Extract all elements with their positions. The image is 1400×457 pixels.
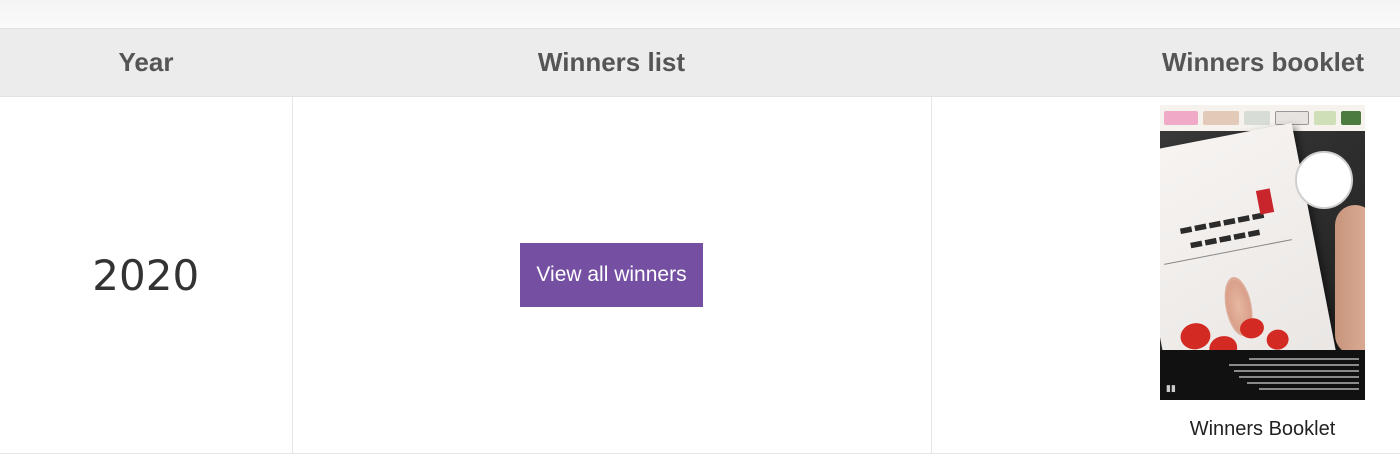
cover-footer: ▮▮ (1160, 350, 1365, 400)
hand-illustration (1335, 205, 1365, 355)
winners-booklet-cell: ▬▬▬▬▬▬ ▬▬▬▬▬ ▮▮ Winners Booklet (931, 96, 1400, 454)
year-value: 2020 (92, 250, 200, 300)
header-year: Year (0, 28, 292, 97)
award-badge-icon (1295, 151, 1353, 209)
table-header-row: Year Winners list Winners booklet (0, 28, 1400, 97)
winners-booklet-cover-image[interactable]: ▬▬▬▬▬▬ ▬▬▬▬▬ ▮▮ (1160, 105, 1365, 400)
header-winners-list: Winners list (292, 28, 931, 97)
winners-table: Year Winners list Winners booklet 2020 V… (0, 28, 1400, 454)
table-row: 2020 View all winners ▬▬▬▬▬▬ ▬▬▬▬▬ ▮▮ Wi… (0, 96, 1400, 454)
winners-booklet-link[interactable]: Winners Booklet (1160, 418, 1365, 441)
view-all-winners-button[interactable]: View all winners (520, 243, 703, 307)
winners-list-cell: View all winners (292, 96, 932, 454)
header-winners-booklet: Winners booklet (931, 28, 1400, 97)
year-cell: 2020 (0, 96, 293, 454)
publisher-logo-icon: ▮▮ (1166, 384, 1176, 394)
booklet-wrapper: ▬▬▬▬▬▬ ▬▬▬▬▬ ▮▮ Winners Booklet (1160, 105, 1365, 441)
top-banner-fade (0, 0, 1400, 28)
sponsor-logos-strip (1160, 105, 1365, 131)
